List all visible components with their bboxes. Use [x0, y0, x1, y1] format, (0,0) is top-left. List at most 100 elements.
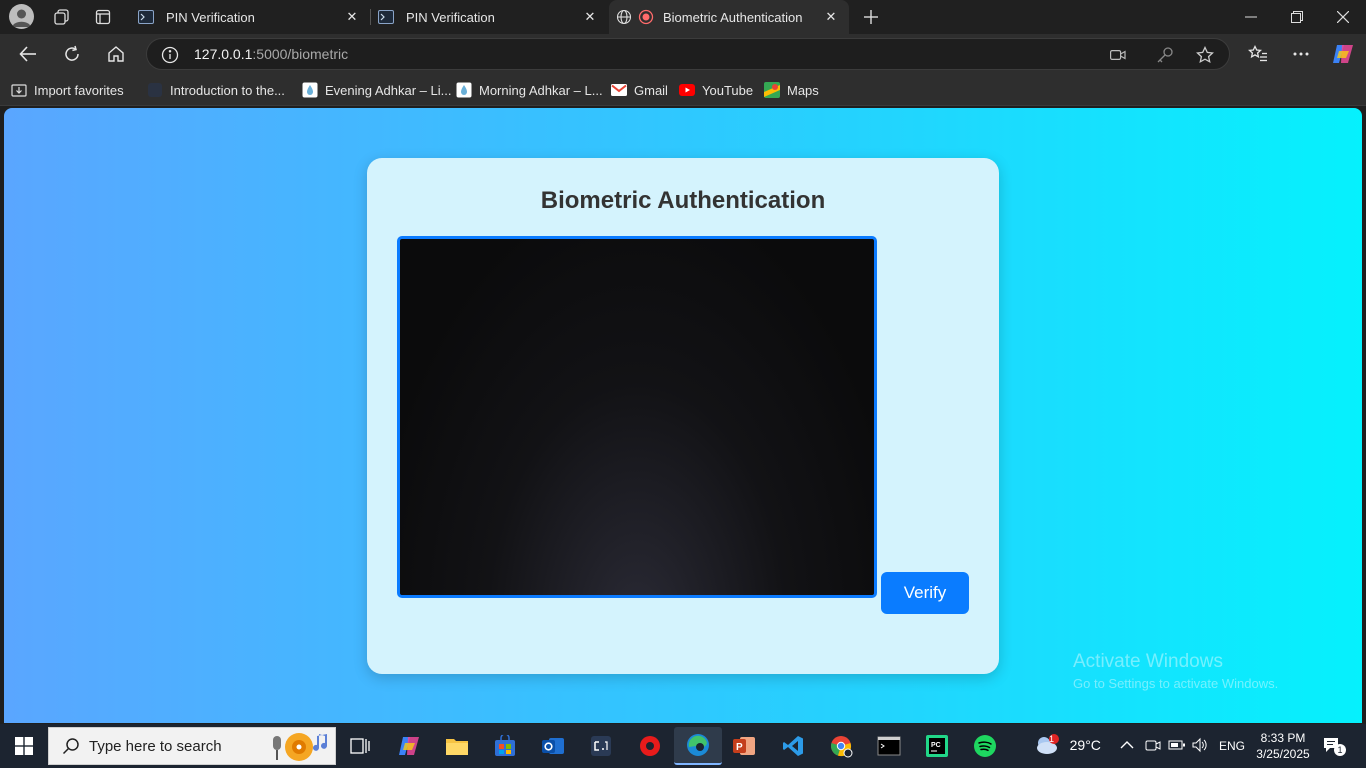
search-placeholder: Type here to search: [89, 737, 222, 755]
favorite-star-icon[interactable]: [1195, 45, 1215, 65]
bookmark-label: Morning Adhkar – L...: [479, 82, 603, 98]
bookmark-label: YouTube: [702, 82, 754, 98]
command-prompt-icon[interactable]: [873, 730, 905, 762]
file-explorer-icon[interactable]: [441, 730, 473, 762]
vscode-icon[interactable]: [777, 730, 809, 762]
url-path: :5000/biometric: [252, 46, 349, 62]
notification-count: 1: [1334, 744, 1346, 756]
notification-center-icon[interactable]: 1: [1322, 736, 1346, 756]
copilot-icon[interactable]: [1329, 40, 1357, 68]
tab-actions-icon[interactable]: [91, 5, 115, 29]
tab-close-icon[interactable]: ✕: [821, 7, 841, 27]
password-key-icon[interactable]: [1155, 45, 1175, 65]
site-info-icon[interactable]: [161, 46, 179, 64]
biometric-card: Biometric Authentication Verify: [367, 158, 999, 674]
terminal-app-icon[interactable]: [585, 730, 617, 762]
tab-title: PIN Verification: [166, 9, 255, 25]
language-indicator[interactable]: ENG: [1219, 739, 1245, 753]
browser-tab-strip: PIN Verification ✕ PIN Verification ✕ Bi…: [0, 0, 1366, 34]
tab-pin-verification-1[interactable]: PIN Verification ✕: [130, 0, 370, 34]
favorites-list-icon[interactable]: [1244, 40, 1272, 68]
bookmark-import-favorites[interactable]: Import favorites: [11, 81, 124, 99]
gmail-icon: [611, 82, 627, 98]
bookmark-gmail[interactable]: Gmail: [611, 81, 668, 99]
pycharm-icon[interactable]: PC: [921, 730, 953, 762]
edge-browser-icon[interactable]: [674, 727, 722, 765]
terminal-favicon-icon: [138, 10, 154, 24]
more-options-icon[interactable]: [1287, 40, 1315, 68]
recording-indicator-icon: [638, 9, 654, 25]
bookmark-label: Gmail: [634, 82, 668, 98]
close-window-icon[interactable]: [1320, 0, 1366, 34]
tab-title: PIN Verification: [406, 9, 495, 25]
chevron-up-icon[interactable]: [1120, 738, 1134, 753]
verify-button[interactable]: Verify: [881, 572, 969, 614]
address-bar[interactable]: 127.0.0.1:5000/biometric: [146, 38, 1230, 70]
svg-text:P: P: [736, 742, 743, 753]
back-arrow-icon[interactable]: [14, 40, 42, 68]
maps-icon: [764, 82, 780, 98]
start-button[interactable]: [0, 724, 48, 768]
bookmark-label: Import favorites: [34, 82, 124, 98]
chrome-icon[interactable]: [825, 730, 857, 762]
refresh-icon[interactable]: [58, 40, 86, 68]
tab-pin-verification-2[interactable]: PIN Verification ✕: [370, 0, 608, 34]
youtube-icon: [679, 82, 695, 98]
bookmark-label: Maps: [787, 82, 819, 98]
bookmark-introduction[interactable]: Introduction to the...: [147, 81, 285, 99]
bookmark-evening-adhkar[interactable]: Evening Adhkar – Li...: [302, 81, 451, 99]
globe-favicon-icon: [616, 9, 632, 25]
drop-favicon-icon: [302, 82, 318, 98]
restore-window-icon[interactable]: [1274, 0, 1320, 34]
activate-windows-watermark: Activate Windows Go to Settings to activ…: [1073, 651, 1278, 691]
search-highlight-icon[interactable]: [267, 730, 331, 764]
workspaces-icon[interactable]: [50, 5, 74, 29]
copilot-taskbar-icon[interactable]: [393, 730, 425, 762]
weather-widget[interactable]: 1 29°C: [1034, 734, 1101, 756]
page-favicon-icon: [147, 82, 163, 98]
recorder-icon[interactable]: [634, 730, 666, 762]
spotify-icon[interactable]: [969, 730, 1001, 762]
taskbar-search-box[interactable]: Type here to search: [48, 727, 336, 765]
clock-date: 3/25/2025: [1256, 747, 1310, 761]
tab-close-icon[interactable]: ✕: [580, 7, 600, 27]
webcam-video-feed: [397, 236, 877, 598]
tab-close-icon[interactable]: ✕: [342, 7, 362, 27]
weather-temperature: 29°C: [1069, 737, 1101, 753]
bookmark-morning-adhkar[interactable]: Morning Adhkar – L...: [456, 81, 603, 99]
weather-badge: 1: [1049, 734, 1055, 744]
bookmark-maps[interactable]: Maps: [764, 81, 819, 99]
import-favorites-icon: [11, 82, 27, 98]
page-viewport: Biometric Authentication Verify Activate…: [4, 108, 1362, 723]
search-icon: [62, 738, 79, 755]
watermark-title: Activate Windows: [1073, 651, 1223, 672]
camera-in-use-icon[interactable]: [1108, 45, 1128, 65]
outlook-icon[interactable]: [537, 730, 569, 762]
url-host: 127.0.0.1: [194, 46, 253, 62]
windows-logo-icon: [15, 737, 33, 755]
minimize-window-icon[interactable]: [1228, 0, 1274, 34]
bookmark-label: Introduction to the...: [170, 82, 285, 98]
weather-cloud-icon: [1037, 734, 1059, 754]
home-icon[interactable]: [102, 40, 130, 68]
drop-favicon-icon: [456, 82, 472, 98]
windows-taskbar: Type here to search P PC 1 29°C ENG 8:33…: [0, 724, 1366, 768]
clock-time: 8:33 PM: [1260, 731, 1306, 745]
new-tab-button[interactable]: [858, 4, 884, 30]
powerpoint-icon[interactable]: P: [728, 730, 760, 762]
terminal-favicon-icon: [378, 10, 394, 24]
system-clock[interactable]: 8:33 PM 3/25/2025: [1250, 730, 1316, 762]
microsoft-store-icon[interactable]: [489, 730, 521, 762]
tab-title: Biometric Authentication: [663, 9, 803, 25]
url-text[interactable]: 127.0.0.1:5000/biometric: [194, 46, 348, 62]
bookmarks-bar: Import favorites Introduction to the... …: [0, 74, 1366, 106]
profile-avatar-icon[interactable]: [9, 4, 34, 29]
tab-biometric-authentication[interactable]: Biometric Authentication ✕: [609, 0, 849, 34]
volume-icon[interactable]: [1191, 737, 1209, 756]
bookmark-youtube[interactable]: YouTube: [679, 81, 753, 99]
battery-icon[interactable]: [1168, 739, 1186, 754]
task-view-icon[interactable]: [344, 730, 376, 762]
browser-toolbar: 127.0.0.1:5000/biometric: [0, 34, 1366, 74]
bookmark-label: Evening Adhkar – Li...: [325, 82, 452, 98]
camera-tray-icon[interactable]: [1145, 738, 1161, 755]
